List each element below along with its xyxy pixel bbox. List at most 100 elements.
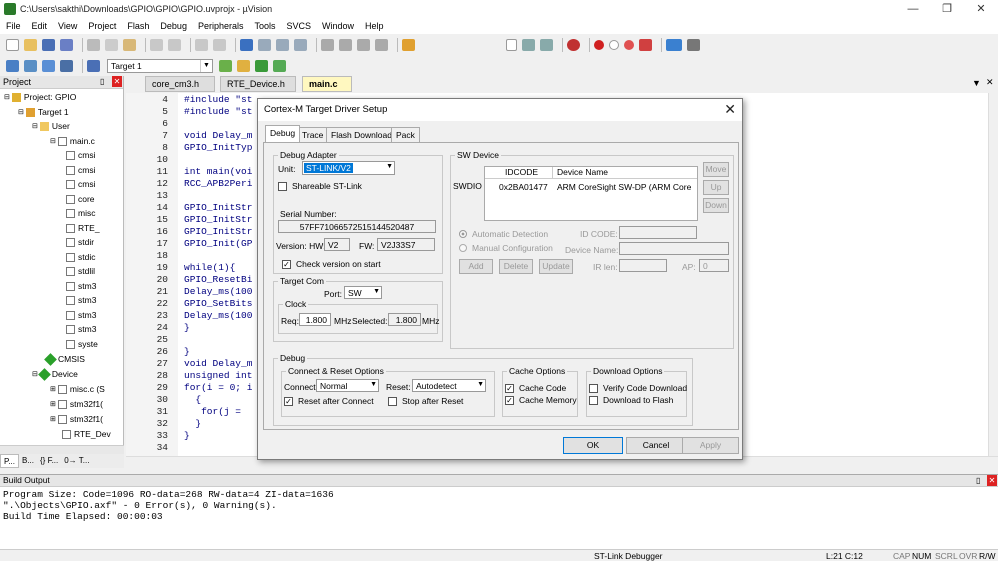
save-all-icon[interactable] xyxy=(60,39,73,51)
indent-icon[interactable] xyxy=(321,39,334,51)
tree-item-file[interactable]: stm3 xyxy=(66,310,96,320)
ok-button[interactable]: OK xyxy=(563,437,623,454)
tree-item-file[interactable]: stm3 xyxy=(66,281,96,291)
id-code-field[interactable] xyxy=(619,226,697,239)
reset-after-connect-checkbox[interactable]: ✓ xyxy=(284,397,293,406)
tree-item-main-c[interactable]: ⊟ main.c xyxy=(50,136,95,146)
tree-item-file[interactable]: stdlil xyxy=(66,266,95,276)
tree-item-file[interactable]: misc xyxy=(66,208,95,218)
tree-item-device[interactable]: ⊟ Device xyxy=(32,367,78,381)
code-line[interactable]: } xyxy=(184,322,190,333)
apply-button[interactable]: Apply xyxy=(682,437,739,454)
tree-item-file[interactable]: cmsi xyxy=(66,179,95,189)
tree-item-file[interactable]: cmsi xyxy=(66,165,95,175)
sw-device-table[interactable]: IDCODE Device Name 0x2BA01477 ARM CoreSi… xyxy=(484,166,698,221)
comment-icon[interactable] xyxy=(357,39,370,51)
uncomment-icon[interactable] xyxy=(375,39,388,51)
code-line[interactable]: void Delay_m xyxy=(184,358,252,369)
close-button[interactable]: ✕ xyxy=(964,0,998,18)
debug-session-icon[interactable] xyxy=(567,39,580,51)
code-line[interactable]: for(i = 0; i xyxy=(184,382,252,393)
menu-flash[interactable]: Flash xyxy=(127,21,149,31)
restore-button[interactable]: ❐ xyxy=(930,0,964,18)
tab-debug[interactable]: Debug xyxy=(265,125,301,142)
menu-view[interactable]: View xyxy=(58,21,77,31)
batch-build-icon[interactable] xyxy=(60,60,73,72)
tree-item-file[interactable]: stdic xyxy=(66,252,95,262)
menu-project[interactable]: Project xyxy=(88,21,116,31)
menu-debug[interactable]: Debug xyxy=(160,21,187,31)
tree-item-file[interactable]: syste xyxy=(66,339,98,349)
device-name-field[interactable] xyxy=(619,242,729,255)
target-select[interactable]: Target 1 ▼ xyxy=(107,59,213,73)
down-button[interactable]: Down xyxy=(703,198,729,213)
unit-select[interactable]: ST-LINK/V2 ▼ xyxy=(302,161,395,175)
tree-item-device-file[interactable]: RTE_Dev xyxy=(62,429,111,439)
window-layout-icon[interactable] xyxy=(666,39,682,51)
copy-icon[interactable] xyxy=(105,39,118,51)
connect-select[interactable]: Normal ▼ xyxy=(316,379,379,392)
code-line[interactable]: } xyxy=(184,430,190,441)
code-line[interactable]: RCC_APB2Peri xyxy=(184,178,252,189)
manage-components-icon[interactable] xyxy=(237,60,250,72)
paste-icon[interactable] xyxy=(123,39,136,51)
menu-window[interactable]: Window xyxy=(322,21,354,31)
tree-item-file[interactable]: core xyxy=(66,194,95,204)
packs-icon[interactable] xyxy=(273,60,286,72)
disable-breakpoint-icon[interactable] xyxy=(609,40,619,50)
download-to-flash-checkbox[interactable] xyxy=(589,396,598,405)
close-tab-icon[interactable]: ✕ xyxy=(986,77,994,88)
tree-item-cmsis[interactable]: CMSIS xyxy=(44,352,85,366)
find-in-files-icon[interactable] xyxy=(402,39,415,51)
update-button[interactable]: Update xyxy=(539,259,573,274)
code-line[interactable]: for(j = xyxy=(184,406,241,417)
code-line[interactable]: #include "st xyxy=(184,94,252,105)
tab-core-cm3[interactable]: core_cm3.h xyxy=(145,76,215,92)
tree-item-device-file[interactable]: ⊞ misc.c (S xyxy=(50,384,105,394)
open-folder-icon[interactable] xyxy=(24,39,37,51)
bookmark-icon[interactable] xyxy=(240,39,253,51)
code-line[interactable]: void Delay_m xyxy=(184,130,252,141)
code-line[interactable]: int main(voi xyxy=(184,166,252,177)
build-icon[interactable] xyxy=(24,60,37,72)
code-line[interactable]: GPIO_InitStr xyxy=(184,214,252,225)
kill-breakpoints-icon[interactable] xyxy=(624,40,634,50)
tree-item-device-file[interactable]: ⊞ stm32f1( xyxy=(50,414,103,424)
new-file-icon[interactable] xyxy=(6,39,19,51)
tree-item-file[interactable]: stm3 xyxy=(66,324,96,334)
kill-all-breakpoints-icon[interactable] xyxy=(639,39,652,51)
tree-item-project[interactable]: ⊟ Project: GPIO xyxy=(4,92,76,102)
cache-memory-checkbox[interactable]: ✓ xyxy=(505,396,514,405)
target-options-icon[interactable] xyxy=(219,60,232,72)
tab-books[interactable]: B... xyxy=(19,454,37,468)
code-line[interactable]: GPIO_InitStr xyxy=(184,202,252,213)
tab-project[interactable]: P... xyxy=(0,454,19,468)
load-flash-icon[interactable] xyxy=(87,60,100,72)
delete-button[interactable]: Delete xyxy=(499,259,533,274)
menu-edit[interactable]: Edit xyxy=(32,21,48,31)
pin-icon[interactable]: ▯ xyxy=(976,476,980,485)
code-line[interactable]: GPIO_SetBits xyxy=(184,298,252,309)
code-line[interactable]: Delay_ms(100 xyxy=(184,310,252,321)
tree-item-target[interactable]: ⊟ Target 1 xyxy=(18,107,69,117)
breakpoint-icon[interactable] xyxy=(594,40,604,50)
tree-item-user[interactable]: ⊟ User xyxy=(32,121,70,131)
pin-icon[interactable]: ▯ xyxy=(100,77,104,86)
code-line[interactable]: GPIO_InitStr xyxy=(184,226,252,237)
manual-config-radio[interactable] xyxy=(459,244,467,252)
tab-templates[interactable]: 0→ T... xyxy=(61,454,92,468)
clear-bookmarks-icon[interactable] xyxy=(294,39,307,51)
tab-main-c[interactable]: main.c xyxy=(302,76,352,92)
prev-bookmark-icon[interactable] xyxy=(258,39,271,51)
tab-functions[interactable]: {} F... xyxy=(37,454,61,468)
tree-item-file[interactable]: stdir xyxy=(66,237,94,247)
tab-menu-icon[interactable]: ▼ xyxy=(972,78,981,88)
stop-after-reset-checkbox[interactable] xyxy=(388,397,397,406)
menu-help[interactable]: Help xyxy=(365,21,384,31)
menu-file[interactable]: File xyxy=(6,21,21,31)
find-dropdown-icon[interactable] xyxy=(506,39,517,51)
search-icon[interactable] xyxy=(522,39,535,51)
close-pane-icon[interactable]: ✕ xyxy=(987,475,997,486)
cache-code-checkbox[interactable]: ✓ xyxy=(505,384,514,393)
move-button[interactable]: Move xyxy=(703,162,729,177)
